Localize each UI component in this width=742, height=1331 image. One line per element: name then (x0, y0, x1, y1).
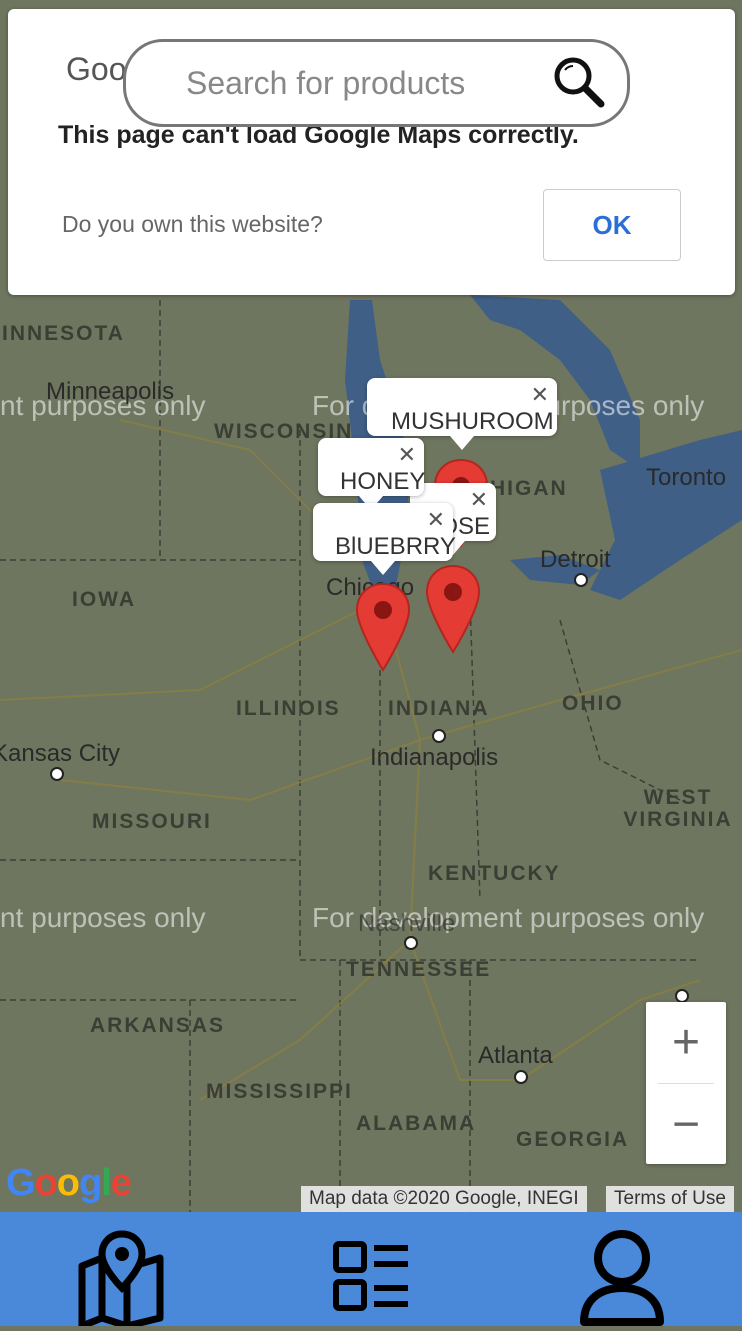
map-pin-icon[interactable] (355, 582, 411, 672)
state-label: INDIANA (388, 697, 490, 720)
zoom-out-button[interactable]: − (646, 1084, 726, 1164)
ok-button[interactable]: OK (543, 189, 681, 261)
city-dot (50, 767, 64, 781)
list-icon (333, 1241, 408, 1311)
profile-nav-button[interactable] (572, 1226, 672, 1326)
city-label: Indianapolis (370, 744, 499, 771)
search-input[interactable] (184, 64, 528, 103)
map-attribution: Map data ©2020 Google, INEGI (301, 1186, 587, 1212)
state-label: OHIO (562, 692, 624, 715)
state-label: MISSISSIPPI (206, 1080, 353, 1103)
state-label: ALABAMA (356, 1112, 477, 1135)
zoom-in-button[interactable]: + (646, 1002, 726, 1082)
state-label: KENTUCKY (428, 862, 561, 885)
close-icon[interactable]: ✕ (427, 507, 445, 533)
close-icon[interactable]: ✕ (398, 442, 416, 468)
map-pin-icon[interactable] (425, 564, 481, 654)
state-label: WEST VIRGINIA (623, 786, 733, 831)
marker-info-window[interactable]: BlUEBRRY ✕ (313, 503, 456, 575)
own-website-text: Do you own this website? (62, 211, 323, 237)
marker-info-window[interactable]: MUSHUROOM ✕ (367, 378, 557, 450)
state-label: IOWA (72, 588, 136, 611)
state-label: TENNESSEE (346, 958, 492, 981)
state-label: HIGAN (490, 477, 568, 500)
state-label: INNESOTA (2, 322, 125, 345)
city-dot (675, 989, 689, 1003)
city-dot (574, 573, 588, 587)
state-label: ARKANSAS (90, 1014, 226, 1037)
marker-label: HONEY (340, 468, 426, 495)
list-nav-button[interactable] (326, 1226, 426, 1326)
state-label: MISSOURI (92, 810, 212, 833)
search-bar[interactable] (123, 39, 630, 127)
city-label: Minneapolis (46, 378, 175, 405)
user-icon (580, 1230, 664, 1326)
map-icon (78, 1230, 164, 1330)
state-label: GEORGIA (516, 1128, 630, 1151)
marker-label: MUSHUROOM (391, 408, 554, 435)
map-nav-button[interactable] (72, 1226, 172, 1330)
google-text: Goo (66, 51, 127, 87)
city-dot (404, 936, 418, 950)
search-icon[interactable] (551, 54, 607, 115)
city-dot (514, 1070, 528, 1084)
close-icon[interactable]: ✕ (531, 382, 549, 408)
bottom-nav (0, 1212, 742, 1330)
zoom-control: + − (646, 1002, 726, 1164)
city-label: Kansas City (0, 740, 121, 767)
watermark: nt purposes only (0, 902, 206, 933)
terms-link[interactable]: Terms of Use (606, 1186, 734, 1212)
state-label: ILLINOIS (236, 697, 341, 720)
city-label: Detroit (540, 546, 611, 573)
city-label: Toronto (646, 464, 727, 491)
city-dot (432, 729, 446, 743)
city-label: Atlanta (478, 1042, 553, 1069)
marker-info-window[interactable]: HONEY ✕ (318, 438, 426, 510)
city-label: Nashville (358, 910, 456, 937)
google-logo[interactable]: Google (6, 1162, 132, 1205)
marker-label: BlUEBRRY (335, 533, 456, 560)
close-icon[interactable]: ✕ (470, 487, 488, 513)
